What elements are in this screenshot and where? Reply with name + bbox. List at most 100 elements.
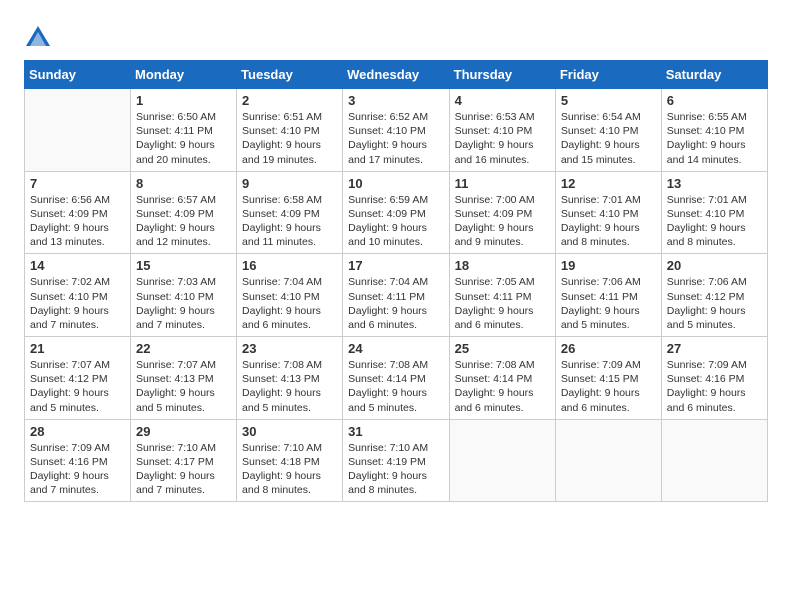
day-info: Sunrise: 7:08 AMSunset: 4:14 PMDaylight:… (455, 358, 550, 415)
day-number: 22 (136, 341, 231, 356)
day-info: Sunrise: 6:57 AMSunset: 4:09 PMDaylight:… (136, 193, 231, 250)
calendar-cell: 28 Sunrise: 7:09 AMSunset: 4:16 PMDayligh… (25, 419, 131, 502)
day-number: 11 (455, 176, 550, 191)
day-number: 3 (348, 93, 443, 108)
day-info: Sunrise: 7:10 AMSunset: 4:17 PMDaylight:… (136, 441, 231, 498)
calendar-header-monday: Monday (131, 61, 237, 89)
calendar-cell: 17Sunrise: 7:04 AMSunset: 4:11 PMDayligh… (343, 254, 449, 337)
calendar-week-row: 14Sunrise: 7:02 AMSunset: 4:10 PMDayligh… (25, 254, 768, 337)
calendar-cell: 16Sunrise: 7:04 AMSunset: 4:10 PMDayligh… (237, 254, 343, 337)
calendar-cell (25, 89, 131, 172)
calendar-cell (449, 419, 555, 502)
day-info: Sunrise: 7:03 AMSunset: 4:10 PMDaylight:… (136, 275, 231, 332)
calendar-cell: 23 Sunrise: 7:08 AMSunset: 4:13 PMDayligh… (237, 337, 343, 420)
day-number: 8 (136, 176, 231, 191)
calendar-cell: 24 Sunrise: 7:08 AMSunset: 4:14 PMDayligh… (343, 337, 449, 420)
day-info: Sunrise: 6:55 AMSunset: 4:10 PMDaylight:… (667, 110, 762, 167)
day-number: 5 (561, 93, 656, 108)
day-info: Sunrise: 7:08 AMSunset: 4:13 PMDaylight:… (242, 358, 337, 415)
day-info: Sunrise: 7:01 AMSunset: 4:10 PMDaylight:… (561, 193, 656, 250)
day-number: 25 (455, 341, 550, 356)
calendar-cell (661, 419, 767, 502)
calendar-week-row: 28 Sunrise: 7:09 AMSunset: 4:16 PMDayligh… (25, 419, 768, 502)
calendar-cell: 6 Sunrise: 6:55 AMSunset: 4:10 PMDaylight… (661, 89, 767, 172)
calendar-cell: 12 Sunrise: 7:01 AMSunset: 4:10 PMDayligh… (555, 171, 661, 254)
calendar-week-row: 7 Sunrise: 6:56 AMSunset: 4:09 PMDaylight… (25, 171, 768, 254)
day-info: Sunrise: 7:04 AMSunset: 4:10 PMDaylight:… (242, 275, 337, 332)
calendar-cell (555, 419, 661, 502)
day-number: 30 (242, 424, 337, 439)
day-number: 19 (561, 258, 656, 273)
day-info: Sunrise: 7:06 AMSunset: 4:11 PMDaylight:… (561, 275, 656, 332)
day-number: 20 (667, 258, 762, 273)
day-info: Sunrise: 7:07 AMSunset: 4:13 PMDaylight:… (136, 358, 231, 415)
day-info: Sunrise: 7:04 AMSunset: 4:11 PMDaylight:… (348, 275, 443, 332)
calendar-cell: 14Sunrise: 7:02 AMSunset: 4:10 PMDayligh… (25, 254, 131, 337)
calendar-cell: 31 Sunrise: 7:10 AMSunset: 4:19 PMDayligh… (343, 419, 449, 502)
calendar-cell: 18Sunrise: 7:05 AMSunset: 4:11 PMDayligh… (449, 254, 555, 337)
logo (24, 24, 54, 52)
logo-icon (24, 24, 52, 52)
day-number: 24 (348, 341, 443, 356)
day-info: Sunrise: 7:00 AMSunset: 4:09 PMDaylight:… (455, 193, 550, 250)
day-number: 9 (242, 176, 337, 191)
calendar-cell: 20 Sunrise: 7:06 AMSunset: 4:12 PMDayligh… (661, 254, 767, 337)
day-number: 27 (667, 341, 762, 356)
day-number: 10 (348, 176, 443, 191)
calendar-table: SundayMondayTuesdayWednesdayThursdayFrid… (24, 60, 768, 502)
day-info: Sunrise: 7:06 AMSunset: 4:12 PMDaylight:… (667, 275, 762, 332)
calendar-cell: 4 Sunrise: 6:53 AMSunset: 4:10 PMDaylight… (449, 89, 555, 172)
day-number: 2 (242, 93, 337, 108)
calendar-cell: 19 Sunrise: 7:06 AMSunset: 4:11 PMDayligh… (555, 254, 661, 337)
day-info: Sunrise: 6:54 AMSunset: 4:10 PMDaylight:… (561, 110, 656, 167)
calendar-cell: 9Sunrise: 6:58 AMSunset: 4:09 PMDaylight… (237, 171, 343, 254)
calendar-cell: 22 Sunrise: 7:07 AMSunset: 4:13 PMDayligh… (131, 337, 237, 420)
calendar-header-friday: Friday (555, 61, 661, 89)
day-info: Sunrise: 6:53 AMSunset: 4:10 PMDaylight:… (455, 110, 550, 167)
calendar-cell: 5 Sunrise: 6:54 AMSunset: 4:10 PMDaylight… (555, 89, 661, 172)
day-info: Sunrise: 6:51 AMSunset: 4:10 PMDaylight:… (242, 110, 337, 167)
calendar-header-wednesday: Wednesday (343, 61, 449, 89)
day-number: 31 (348, 424, 443, 439)
day-number: 6 (667, 93, 762, 108)
calendar-cell: 8 Sunrise: 6:57 AMSunset: 4:09 PMDaylight… (131, 171, 237, 254)
calendar-week-row: 1Sunrise: 6:50 AMSunset: 4:11 PMDaylight… (25, 89, 768, 172)
calendar-header-tuesday: Tuesday (237, 61, 343, 89)
calendar-header-sunday: Sunday (25, 61, 131, 89)
calendar-cell: 30 Sunrise: 7:10 AMSunset: 4:18 PMDayligh… (237, 419, 343, 502)
day-info: Sunrise: 7:10 AMSunset: 4:19 PMDaylight:… (348, 441, 443, 498)
calendar-header-thursday: Thursday (449, 61, 555, 89)
calendar-cell: 27 Sunrise: 7:09 AMSunset: 4:16 PMDayligh… (661, 337, 767, 420)
day-number: 29 (136, 424, 231, 439)
day-number: 18 (455, 258, 550, 273)
day-info: Sunrise: 7:07 AMSunset: 4:12 PMDaylight:… (30, 358, 125, 415)
calendar-header-row: SundayMondayTuesdayWednesdayThursdayFrid… (25, 61, 768, 89)
day-info: Sunrise: 7:09 AMSunset: 4:16 PMDaylight:… (667, 358, 762, 415)
day-info: Sunrise: 7:10 AMSunset: 4:18 PMDaylight:… (242, 441, 337, 498)
calendar-cell: 15 Sunrise: 7:03 AMSunset: 4:10 PMDayligh… (131, 254, 237, 337)
day-number: 12 (561, 176, 656, 191)
day-info: Sunrise: 6:50 AMSunset: 4:11 PMDaylight:… (136, 110, 231, 167)
calendar-cell: 13Sunrise: 7:01 AMSunset: 4:10 PMDayligh… (661, 171, 767, 254)
calendar-cell: 26 Sunrise: 7:09 AMSunset: 4:15 PMDayligh… (555, 337, 661, 420)
calendar-cell: 25 Sunrise: 7:08 AMSunset: 4:14 PMDayligh… (449, 337, 555, 420)
day-number: 21 (30, 341, 125, 356)
calendar-cell: 3Sunrise: 6:52 AMSunset: 4:10 PMDaylight… (343, 89, 449, 172)
calendar-cell: 2 Sunrise: 6:51 AMSunset: 4:10 PMDaylight… (237, 89, 343, 172)
day-number: 23 (242, 341, 337, 356)
day-number: 28 (30, 424, 125, 439)
day-info: Sunrise: 7:09 AMSunset: 4:16 PMDaylight:… (30, 441, 125, 498)
day-number: 4 (455, 93, 550, 108)
day-number: 15 (136, 258, 231, 273)
day-info: Sunrise: 6:56 AMSunset: 4:09 PMDaylight:… (30, 193, 125, 250)
calendar-cell: 29 Sunrise: 7:10 AMSunset: 4:17 PMDayligh… (131, 419, 237, 502)
day-info: Sunrise: 7:09 AMSunset: 4:15 PMDaylight:… (561, 358, 656, 415)
day-info: Sunrise: 7:08 AMSunset: 4:14 PMDaylight:… (348, 358, 443, 415)
day-number: 7 (30, 176, 125, 191)
day-number: 13 (667, 176, 762, 191)
calendar-cell: 11 Sunrise: 7:00 AMSunset: 4:09 PMDayligh… (449, 171, 555, 254)
day-number: 26 (561, 341, 656, 356)
calendar-cell: 21 Sunrise: 7:07 AMSunset: 4:12 PMDayligh… (25, 337, 131, 420)
day-info: Sunrise: 6:59 AMSunset: 4:09 PMDaylight:… (348, 193, 443, 250)
calendar-cell: 1Sunrise: 6:50 AMSunset: 4:11 PMDaylight… (131, 89, 237, 172)
